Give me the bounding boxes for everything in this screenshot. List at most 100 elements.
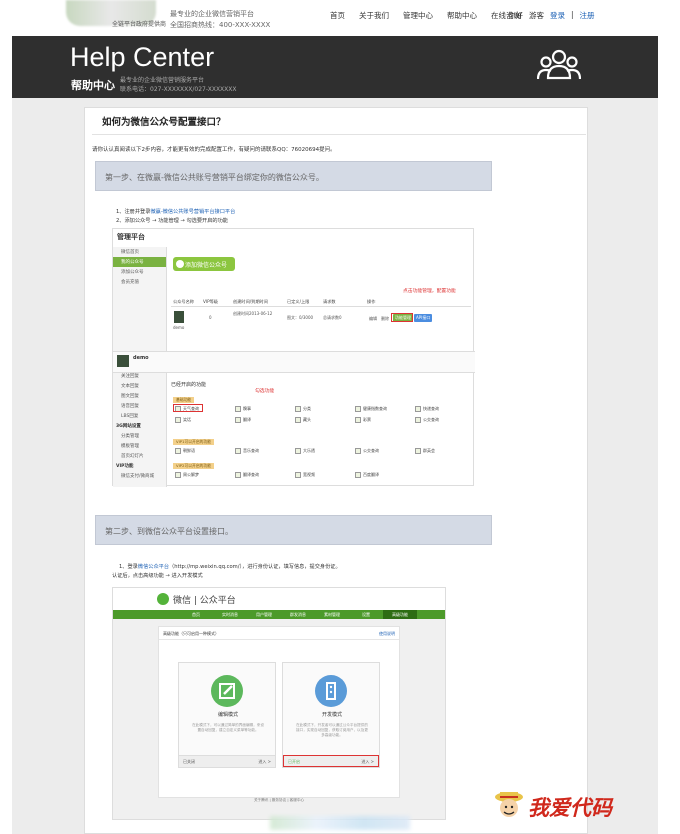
wx-topbar: 微信 | 公众平台 (113, 588, 445, 610)
edit-link[interactable]: 编辑 (369, 316, 377, 322)
step2-banner: 第二步、到微信公众平台设置接口。 (95, 515, 492, 545)
feature-checkbox[interactable]: 藏头 (295, 417, 311, 423)
feature-checkbox[interactable]: 翻译查询 (235, 472, 259, 478)
wx-nav-item[interactable]: 群发消息 (281, 610, 315, 619)
edit-mode-enter[interactable]: 进入 > (258, 759, 271, 765)
feature-checkbox[interactable]: 群英会 (415, 448, 435, 454)
separator: | (571, 10, 574, 19)
feature-checkbox[interactable]: 健康指数查询 (355, 406, 387, 412)
feature-checkbox[interactable]: 彩票 (355, 417, 371, 423)
side-spacer (113, 287, 166, 351)
feature-checkbox[interactable]: 糗事 (235, 406, 251, 412)
side-item[interactable]: 会员充值 (113, 277, 166, 287)
dev-mode-card[interactable]: 开发模式 在此模式下，开发者可以通过公众平台提供的接口，实现自动回复，获取订阅用… (282, 662, 380, 768)
edit-icon (211, 675, 243, 707)
side-heading: 3G网站设置 (116, 424, 141, 429)
nav-home[interactable]: 首页 (330, 10, 345, 21)
article-intro: 请你认认真阅读以下2步内容，才能更有效的完成配置工作，有疑问的请联系QQ：760… (92, 147, 336, 153)
wx-nav-item[interactable]: 素材管理 (315, 610, 349, 619)
header-contact: 联系电话：027-XXXXXXX/027-XXXXXXX (120, 86, 237, 93)
annotation-manage: 点击功能管理，配置功能 (403, 289, 456, 294)
people-icon (537, 49, 581, 80)
feature-checkbox[interactable]: 笑话 (175, 417, 191, 423)
col-header: 创建时间/到期时间 (233, 299, 268, 304)
side-item[interactable]: 首页幻灯片 (113, 451, 166, 461)
feature-checkbox[interactable]: 快递查询 (415, 406, 439, 412)
annotation-check: 勾选功能 (255, 389, 275, 394)
feature-checkbox[interactable]: 翻译 (235, 417, 251, 423)
cell-dates: 创建时间2013-06-12 (233, 311, 273, 316)
panel-title: 管理平台 (117, 233, 145, 241)
login-link[interactable]: 登录 (550, 10, 565, 21)
user-area: 你好 游客 登录 | 注册 (508, 10, 595, 21)
feature-checkbox[interactable]: 公交查询 (415, 417, 439, 423)
feature-checkbox[interactable]: 朝鲜语 (175, 448, 195, 454)
delete-link[interactable]: 删除 (381, 316, 389, 322)
s2-note2: 认证后，点击高级功能 → 进入开发模式 (112, 573, 203, 579)
col-header: 请求数 (323, 299, 336, 304)
wx-nav-item[interactable]: 设置 (349, 610, 383, 619)
guest-label: 游客 (529, 11, 544, 20)
feature-checkbox[interactable]: 百度翻译 (355, 472, 379, 478)
side-heading: VIP功能 (116, 464, 134, 469)
enabled-features-title: 已经开启的功能 (171, 382, 207, 388)
side-item[interactable]: 添加公众号 (113, 267, 166, 277)
wx-nav-item[interactable]: 首页 (179, 610, 213, 619)
slogan: 最专业的企业微信营销平台 (170, 10, 254, 18)
group-tag: VIP1可以开启的功能 (173, 439, 215, 445)
side-item[interactable]: 语音回复 (113, 401, 166, 411)
side-item[interactable]: 微信首页 (113, 247, 166, 257)
feature-group-vip1: VIP1可以开启的功能 朝鲜语 音乐查询 大乐透 公交查询 群英会 (171, 439, 471, 459)
main-nav: 首页 关于我们 管理中心 帮助中心 在线咨询 (330, 10, 521, 21)
nav-manage[interactable]: 管理中心 (403, 10, 433, 21)
demo-avatar (117, 355, 129, 367)
nav-help[interactable]: 帮助中心 (447, 10, 477, 21)
title-divider (92, 134, 586, 135)
edit-mode-status: 已关闭 (183, 759, 195, 764)
wx-nav-item-active[interactable]: 高级功能 (383, 610, 417, 619)
header-cn-title: 帮助中心 (71, 79, 115, 92)
wx-nav-item[interactable]: 实时消息 (213, 610, 247, 619)
feature-group-basic: 基础功能 天气查询 糗事 分类 健康指数查询 快递查询 笑话 翻译 藏头 彩票 … (171, 397, 471, 435)
dev-mode-status: 已开启 (288, 759, 300, 764)
header-subtitle: 最专业的企业微信营销服务平台 (120, 77, 205, 84)
cell-quota: 图文：0/3000 (287, 315, 314, 320)
side-item[interactable]: 微信支付/微商城 (113, 471, 166, 481)
wx-nav-item[interactable]: 用户管理 (247, 610, 281, 619)
feature-checkbox[interactable]: 音乐查询 (235, 448, 259, 454)
platform-screenshot: 1、注册并登录微赢-微信公共账号营销平台接口平台 2、添加公众号 → 功能管理 … (112, 208, 475, 487)
side-item[interactable]: 图文回复 (113, 391, 166, 401)
manage-panel: 管理平台 微信首页 我的公众号 添加公众号 会员充值 基础设置 功能配置 关注回… (112, 228, 475, 487)
feature-checkbox[interactable]: 宽视频 (295, 472, 315, 478)
feature-checkbox[interactable]: 分类 (295, 406, 311, 412)
s2-note1: 1、登录微信公众平台（http://mp.weixin.qq.com/），进行身… (119, 564, 341, 570)
dev-mode-title: 开发模式 (321, 712, 342, 718)
account-avatar (174, 311, 184, 323)
mp-link[interactable]: 微信公众平台 (138, 564, 169, 570)
straw-hat-icon (495, 792, 523, 817)
side-item[interactable]: LBS回复 (113, 411, 166, 421)
platform-link[interactable]: 微赢-微信公共账号营销平台接口平台 (150, 209, 235, 215)
group-tag: 基础功能 (173, 397, 195, 403)
side-item[interactable]: 模板管理 (113, 441, 166, 451)
side-item-active[interactable]: 我的公众号 (113, 257, 166, 267)
hotline: 全国招商热线：400-XXX-XXXX (170, 21, 271, 29)
highlight-box (391, 313, 413, 322)
feature-checkbox[interactable]: 大乐透 (295, 448, 315, 454)
side-item[interactable]: 分类管理 (113, 431, 166, 441)
s1-note1: 1、注册并登录微赢-微信公共账号营销平台接口平台 (116, 209, 236, 215)
register-link[interactable]: 注册 (580, 10, 595, 21)
demo-name: demo (133, 355, 149, 361)
edit-mode-card[interactable]: 编辑模式 在此模式下，可以通过简单的界面编辑，来设置自动回复，建立自定义菜单等功… (178, 662, 276, 768)
side-item[interactable]: 文本回复 (113, 381, 166, 391)
api-button[interactable]: API接口 (414, 314, 433, 322)
dev-mode-enter[interactable]: 进入 > (361, 759, 374, 765)
feature-checkbox[interactable]: 公交查询 (355, 448, 379, 454)
wx-footer: 关于腾讯 | 服务协议 | 客服中心 (253, 798, 305, 802)
feature-checkbox[interactable]: 周公解梦 (175, 472, 199, 478)
wx-nav: 首页 实时消息 用户管理 群发消息 素材管理 设置 高级功能 (113, 610, 445, 619)
usage-link[interactable]: 使用说明 (379, 631, 395, 637)
header-title: Help Center (70, 42, 215, 72)
add-account-button[interactable]: 添加微信公众号 (173, 257, 235, 271)
nav-about[interactable]: 关于我们 (359, 10, 389, 21)
